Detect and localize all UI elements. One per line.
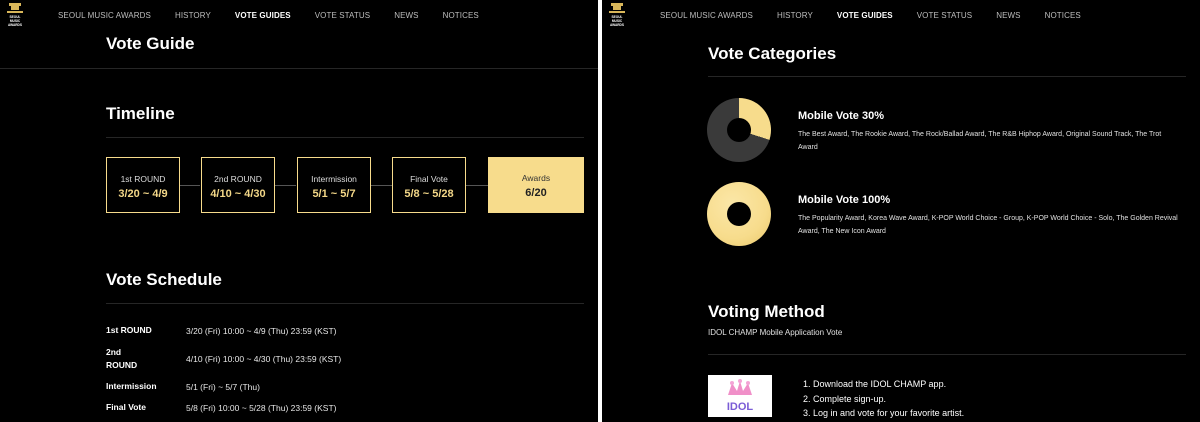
timeline-title: Timeline [106, 104, 175, 123]
timeline-step-date: 6/20 [525, 187, 547, 199]
category-desc: The Popularity Award, Korea Wave Award, … [798, 215, 1178, 235]
nav-news[interactable]: NEWS [996, 11, 1020, 20]
divider [708, 354, 1186, 355]
idol-champ-app-icon[interactable]: IDOL [708, 375, 772, 417]
schedule-label: Intermission [106, 381, 157, 391]
nav-history[interactable]: HISTORY [175, 11, 211, 20]
schedule-value: 5/1 (Fri) ~ 5/7 (Thu) [186, 382, 260, 392]
schedule-label: 2nd [106, 347, 122, 357]
schedule-value: 3/20 (Fri) 10:00 ~ 4/9 (Thu) 23:59 (KST) [186, 326, 337, 336]
timeline-step-awards: Awards 6/20 [488, 157, 584, 213]
divider [0, 68, 598, 69]
schedule-label: ROUND [106, 360, 138, 370]
nav-vote-status[interactable]: VOTE STATUS [917, 11, 972, 20]
nav-vote-status[interactable]: VOTE STATUS [315, 11, 370, 20]
timeline-step-final-vote: Final Vote 5/8 ~ 5/28 [392, 157, 466, 213]
nav-notices[interactable]: NOTICES [443, 11, 479, 20]
top-nav: SEOUL MUSIC AWARDS SEOUL MUSIC AWARDS HI… [602, 0, 1200, 32]
svg-text:AWARDS: AWARDS [8, 23, 22, 27]
nav-history[interactable]: HISTORY [777, 11, 813, 20]
step-item: 1. Download the IDOL CHAMP app. [803, 379, 947, 389]
schedule-label: 1st ROUND [106, 325, 152, 335]
category-title: Mobile Vote 30% [798, 110, 884, 122]
timeline-step-title: 1st ROUND [120, 174, 166, 184]
top-nav: SEOUL MUSIC AWARDS SEOUL MUSIC AWARDS HI… [0, 0, 598, 32]
timeline-step-date: 3/20 ~ 4/9 [118, 188, 168, 200]
timeline-step-date: 4/10 ~ 4/30 [210, 188, 266, 200]
vote-categories-title: Vote Categories [708, 44, 837, 63]
nav-news[interactable]: NEWS [394, 11, 418, 20]
timeline-step-title: Awards [521, 173, 551, 183]
timeline-step-1st-round: 1st ROUND 3/20 ~ 4/9 [106, 157, 180, 213]
nav-notices[interactable]: NOTICES [1045, 11, 1081, 20]
svg-text:IDOL: IDOL [727, 401, 754, 413]
sma-logo[interactable]: SEOUL MUSIC AWARDS [6, 2, 24, 30]
timeline-connector [466, 185, 488, 186]
timeline-connector [275, 185, 296, 186]
timeline-step-date: 5/1 ~ 5/7 [312, 188, 356, 200]
schedule-value: 5/8 (Fri) 10:00 ~ 5/28 (Thu) 23:59 (KST) [186, 403, 337, 413]
timeline-connector [180, 185, 200, 186]
sma-logo[interactable]: SEOUL MUSIC AWARDS [608, 2, 626, 30]
schedule-value: 4/10 (Fri) 10:00 ~ 4/30 (Thu) 23:59 (KST… [186, 354, 342, 364]
timeline-step-intermission: Intermission 5/1 ~ 5/7 [297, 157, 371, 213]
timeline-step-2nd-round: 2nd ROUND 4/10 ~ 4/30 [201, 157, 275, 213]
timeline-step-title: 2nd ROUND [214, 174, 262, 184]
svg-text:AWARDS: AWARDS [610, 23, 624, 27]
divider [106, 137, 584, 138]
timeline-step-title: Intermission [311, 174, 357, 184]
donut-hole [727, 118, 751, 142]
nav-vote-guides[interactable]: VOTE GUIDES [837, 11, 893, 20]
nav-vote-guides[interactable]: VOTE GUIDES [235, 11, 291, 20]
nav-seoul-music-awards[interactable]: SEOUL MUSIC AWARDS [660, 11, 753, 20]
divider [106, 303, 584, 304]
timeline-step-title: Final Vote [410, 174, 448, 184]
timeline-connector [371, 185, 392, 186]
donut-hole [727, 202, 751, 226]
category-title: Mobile Vote 100% [798, 194, 891, 206]
voting-method-subtitle: IDOL CHAMP Mobile Application Vote [708, 328, 843, 337]
nav-seoul-music-awards[interactable]: SEOUL MUSIC AWARDS [58, 11, 151, 20]
schedule-label: Final Vote [106, 402, 146, 412]
category-desc: The Best Award, The Rookie Award, The Ro… [798, 131, 1162, 151]
voting-steps: 1. Download the IDOL CHAMP app. 2. Compl… [803, 377, 964, 421]
right-panel: SEOUL MUSIC AWARDS SEOUL MUSIC AWARDS HI… [602, 0, 1200, 422]
vote-schedule-title: Vote Schedule [106, 270, 222, 289]
timeline-step-date: 5/8 ~ 5/28 [404, 188, 454, 200]
step-item: 2. Complete sign-up. [803, 393, 887, 404]
mobile-vote-100-donut [707, 182, 771, 246]
voting-method-title: Voting Method [708, 302, 825, 321]
vote-guide-title: Vote Guide [106, 34, 195, 53]
step-item: 3. Log in and vote for your favorite art… [803, 408, 965, 418]
divider [708, 76, 1186, 77]
mobile-vote-30-donut [707, 98, 771, 162]
left-panel: SEOUL MUSIC AWARDS SEOUL MUSIC AWARDS HI… [0, 0, 598, 422]
